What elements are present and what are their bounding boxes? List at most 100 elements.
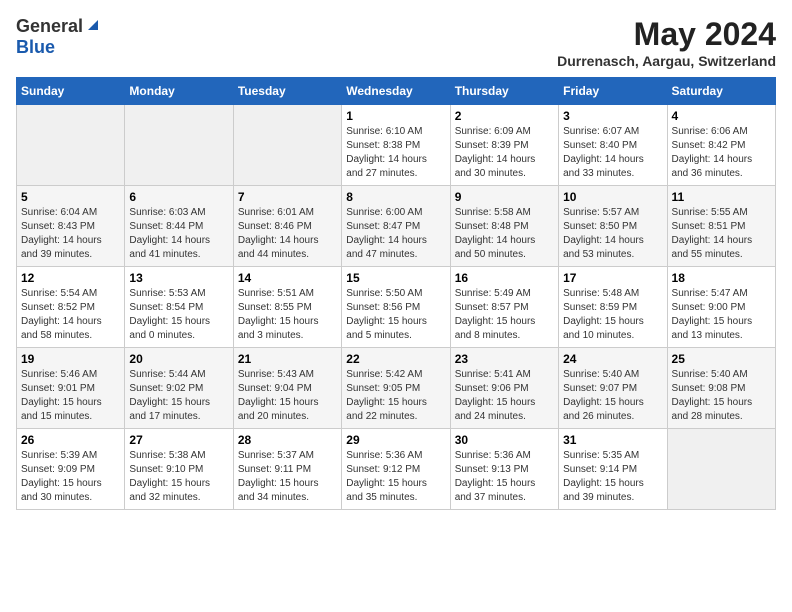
day-number: 24 (563, 352, 662, 366)
day-info: Sunrise: 6:06 AM Sunset: 8:42 PM Dayligh… (672, 125, 771, 181)
calendar-cell: 8 Sunrise: 6:00 AM Sunset: 8:47 PM Daylig… (342, 186, 450, 267)
day-info: Sunrise: 5:36 AM Sunset: 9:13 PM Dayligh… (455, 449, 554, 505)
day-info: Sunrise: 5:47 AM Sunset: 9:00 PM Dayligh… (672, 287, 771, 343)
calendar-cell: 17 Sunrise: 5:48 AM Sunset: 8:59 PM Dayli… (559, 267, 667, 348)
day-number: 8 (346, 190, 445, 204)
calendar-cell: 27 Sunrise: 5:38 AM Sunset: 9:10 PM Dayli… (125, 429, 233, 510)
day-info: Sunrise: 5:39 AM Sunset: 9:09 PM Dayligh… (21, 449, 120, 505)
calendar-cell: 4 Sunrise: 6:06 AM Sunset: 8:42 PM Daylig… (667, 105, 775, 186)
logo: General Blue (16, 16, 100, 58)
header-row: Sunday Monday Tuesday Wednesday Thursday… (17, 78, 776, 105)
calendar-cell: 9 Sunrise: 5:58 AM Sunset: 8:48 PM Daylig… (450, 186, 558, 267)
day-number: 4 (672, 109, 771, 123)
day-number: 27 (129, 433, 228, 447)
day-number: 1 (346, 109, 445, 123)
day-number: 14 (238, 271, 337, 285)
calendar-cell: 12 Sunrise: 5:54 AM Sunset: 8:52 PM Dayli… (17, 267, 125, 348)
col-thursday: Thursday (450, 78, 558, 105)
day-number: 30 (455, 433, 554, 447)
day-info: Sunrise: 5:46 AM Sunset: 9:01 PM Dayligh… (21, 368, 120, 424)
day-number: 23 (455, 352, 554, 366)
calendar-cell: 20 Sunrise: 5:44 AM Sunset: 9:02 PM Dayli… (125, 348, 233, 429)
col-wednesday: Wednesday (342, 78, 450, 105)
calendar-cell: 5Sunrise: 6:04 AM Sunset: 8:43 PM Daylig… (17, 186, 125, 267)
day-info: Sunrise: 5:51 AM Sunset: 8:55 PM Dayligh… (238, 287, 337, 343)
calendar-cell: 21Sunrise: 5:43 AM Sunset: 9:04 PM Dayli… (233, 348, 341, 429)
day-number: 11 (672, 190, 771, 204)
day-number: 9 (455, 190, 554, 204)
day-number: 28 (238, 433, 337, 447)
logo-blue: Blue (16, 37, 55, 57)
day-number: 16 (455, 271, 554, 285)
day-info: Sunrise: 5:38 AM Sunset: 9:10 PM Dayligh… (129, 449, 228, 505)
day-info: Sunrise: 5:48 AM Sunset: 8:59 PM Dayligh… (563, 287, 662, 343)
calendar-cell: 3 Sunrise: 6:07 AM Sunset: 8:40 PM Daylig… (559, 105, 667, 186)
day-number: 19 (21, 352, 120, 366)
calendar-cell: 26Sunrise: 5:39 AM Sunset: 9:09 PM Dayli… (17, 429, 125, 510)
location-title: Durrenasch, Aargau, Switzerland (557, 53, 776, 69)
logo-general: General (16, 16, 83, 37)
day-info: Sunrise: 5:55 AM Sunset: 8:51 PM Dayligh… (672, 206, 771, 262)
calendar-cell: 19 Sunrise: 5:46 AM Sunset: 9:01 PM Dayli… (17, 348, 125, 429)
day-info: Sunrise: 5:54 AM Sunset: 8:52 PM Dayligh… (21, 287, 120, 343)
day-info: Sunrise: 5:37 AM Sunset: 9:11 PM Dayligh… (238, 449, 337, 505)
calendar-cell: 24 Sunrise: 5:40 AM Sunset: 9:07 PM Dayli… (559, 348, 667, 429)
calendar-cell: 29Sunrise: 5:36 AM Sunset: 9:12 PM Dayli… (342, 429, 450, 510)
calendar-cell (17, 105, 125, 186)
calendar-table: Sunday Monday Tuesday Wednesday Thursday… (16, 77, 776, 510)
day-info: Sunrise: 5:42 AM Sunset: 9:05 PM Dayligh… (346, 368, 445, 424)
day-number: 2 (455, 109, 554, 123)
calendar-cell: 6Sunrise: 6:03 AM Sunset: 8:44 PM Daylig… (125, 186, 233, 267)
calendar-cell: 1 Sunrise: 6:10 AM Sunset: 8:38 PM Daylig… (342, 105, 450, 186)
day-number: 22 (346, 352, 445, 366)
day-number: 25 (672, 352, 771, 366)
calendar-cell: 31 Sunrise: 5:35 AM Sunset: 9:14 PM Dayli… (559, 429, 667, 510)
day-info: Sunrise: 6:01 AM Sunset: 8:46 PM Dayligh… (238, 206, 337, 262)
calendar-cell: 23 Sunrise: 5:41 AM Sunset: 9:06 PM Dayli… (450, 348, 558, 429)
calendar-cell (125, 105, 233, 186)
day-info: Sunrise: 5:44 AM Sunset: 9:02 PM Dayligh… (129, 368, 228, 424)
day-info: Sunrise: 5:53 AM Sunset: 8:54 PM Dayligh… (129, 287, 228, 343)
day-info: Sunrise: 6:07 AM Sunset: 8:40 PM Dayligh… (563, 125, 662, 181)
day-info: Sunrise: 5:41 AM Sunset: 9:06 PM Dayligh… (455, 368, 554, 424)
logo-triangle-icon (86, 16, 100, 35)
calendar-cell: 2Sunrise: 6:09 AM Sunset: 8:39 PM Daylig… (450, 105, 558, 186)
calendar-header: Sunday Monday Tuesday Wednesday Thursday… (17, 78, 776, 105)
calendar-cell: 10Sunrise: 5:57 AM Sunset: 8:50 PM Dayli… (559, 186, 667, 267)
calendar-cell: 16 Sunrise: 5:49 AM Sunset: 8:57 PM Dayli… (450, 267, 558, 348)
day-info: Sunrise: 5:50 AM Sunset: 8:56 PM Dayligh… (346, 287, 445, 343)
day-number: 20 (129, 352, 228, 366)
calendar-cell: 30 Sunrise: 5:36 AM Sunset: 9:13 PM Dayli… (450, 429, 558, 510)
calendar-cell: 25Sunrise: 5:40 AM Sunset: 9:08 PM Dayli… (667, 348, 775, 429)
day-number: 13 (129, 271, 228, 285)
day-info: Sunrise: 5:40 AM Sunset: 9:07 PM Dayligh… (563, 368, 662, 424)
day-number: 3 (563, 109, 662, 123)
page-header: General Blue May 2024 Durrenasch, Aargau… (16, 16, 776, 69)
day-number: 12 (21, 271, 120, 285)
calendar-week-2: 5Sunrise: 6:04 AM Sunset: 8:43 PM Daylig… (17, 186, 776, 267)
col-monday: Monday (125, 78, 233, 105)
month-title: May 2024 (557, 16, 776, 53)
calendar-week-5: 26Sunrise: 5:39 AM Sunset: 9:09 PM Dayli… (17, 429, 776, 510)
day-number: 31 (563, 433, 662, 447)
day-info: Sunrise: 6:03 AM Sunset: 8:44 PM Dayligh… (129, 206, 228, 262)
day-info: Sunrise: 6:10 AM Sunset: 8:38 PM Dayligh… (346, 125, 445, 181)
day-info: Sunrise: 5:35 AM Sunset: 9:14 PM Dayligh… (563, 449, 662, 505)
calendar-cell: 13 Sunrise: 5:53 AM Sunset: 8:54 PM Dayli… (125, 267, 233, 348)
day-number: 18 (672, 271, 771, 285)
day-number: 5 (21, 190, 120, 204)
day-number: 15 (346, 271, 445, 285)
day-info: Sunrise: 5:43 AM Sunset: 9:04 PM Dayligh… (238, 368, 337, 424)
calendar-cell: 11 Sunrise: 5:55 AM Sunset: 8:51 PM Dayli… (667, 186, 775, 267)
calendar-cell: 14 Sunrise: 5:51 AM Sunset: 8:55 PM Dayli… (233, 267, 341, 348)
calendar-cell: 15 Sunrise: 5:50 AM Sunset: 8:56 PM Dayli… (342, 267, 450, 348)
day-info: Sunrise: 6:00 AM Sunset: 8:47 PM Dayligh… (346, 206, 445, 262)
col-friday: Friday (559, 78, 667, 105)
day-number: 17 (563, 271, 662, 285)
day-number: 7 (238, 190, 337, 204)
day-number: 10 (563, 190, 662, 204)
day-info: Sunrise: 5:58 AM Sunset: 8:48 PM Dayligh… (455, 206, 554, 262)
calendar-cell: 18 Sunrise: 5:47 AM Sunset: 9:00 PM Dayli… (667, 267, 775, 348)
day-info: Sunrise: 5:49 AM Sunset: 8:57 PM Dayligh… (455, 287, 554, 343)
calendar-cell: 28 Sunrise: 5:37 AM Sunset: 9:11 PM Dayli… (233, 429, 341, 510)
